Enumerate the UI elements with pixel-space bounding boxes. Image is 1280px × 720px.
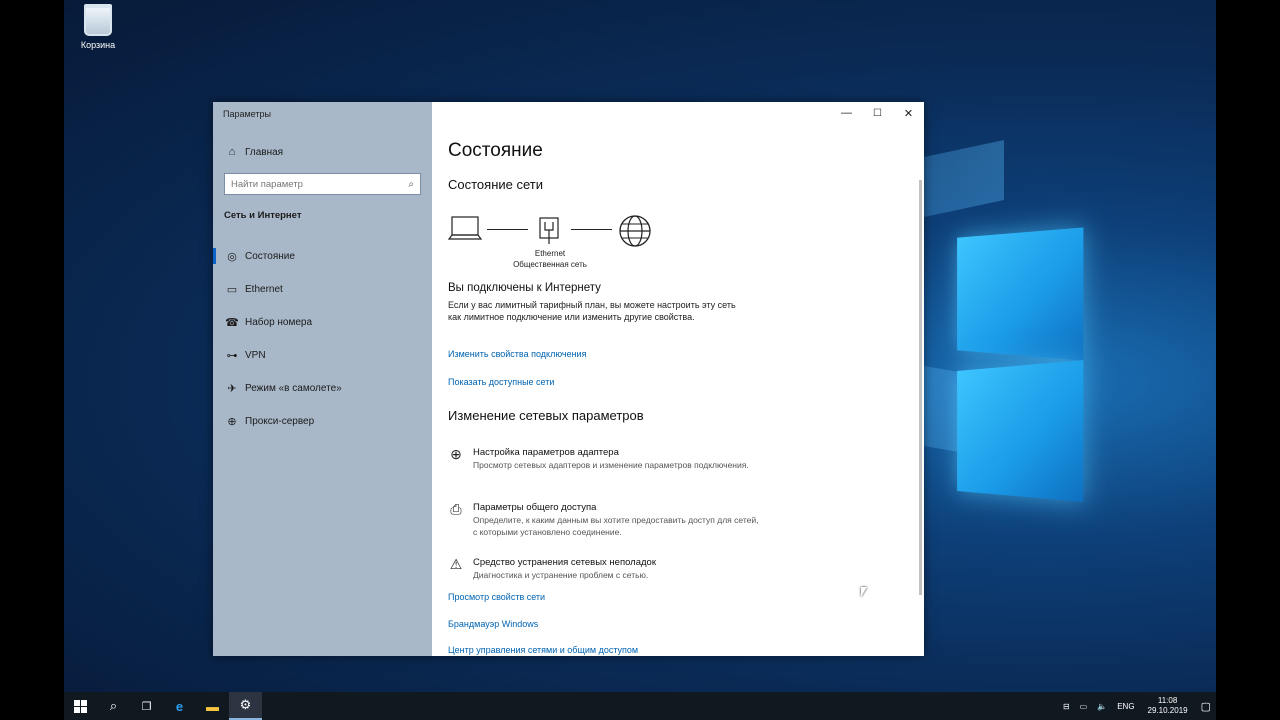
mouse-cursor: [861, 587, 867, 597]
clock-time: 11:08: [1157, 696, 1178, 705]
sidebar-item-label: Состояние: [245, 250, 295, 262]
sidebar-item-proxy[interactable]: ⊕ Прокси-сервер: [213, 408, 432, 434]
battery-tray-icon[interactable]: ▭: [1080, 702, 1088, 711]
clock-date: 29.10.2019: [1147, 706, 1188, 715]
item-desc: Просмотр сетевых адаптеров и изменение п…: [473, 460, 749, 470]
item-desc: Определите, к каким данным вы хотите пре…: [473, 515, 759, 537]
search-input[interactable]: [231, 178, 409, 190]
internet-explorer-icon: e: [175, 698, 184, 714]
network-status-heading: Состояние сети: [448, 177, 543, 192]
search-box[interactable]: ⌕: [224, 173, 421, 195]
sidebar-item-label: Режим «в самолете»: [245, 382, 342, 394]
connection-line: [487, 229, 528, 230]
system-tray: ⊟ ▭ 🔈 ENG 11:08 29.10.2019 ▢: [1058, 692, 1216, 720]
home-icon: ⌂: [228, 146, 236, 158]
network-tray-icon[interactable]: ⊟: [1063, 702, 1070, 711]
change-settings-heading: Изменение сетевых параметров: [448, 408, 644, 423]
recycle-bin[interactable]: Корзина: [72, 4, 124, 50]
settings-window: Параметры ⌂ Главная ⌕ Сеть и Интернет ◎ …: [213, 102, 924, 656]
item-title: Параметры общего доступа: [473, 502, 597, 513]
sidebar-item-label: VPN: [245, 349, 266, 361]
connected-text: Если у вас лимитный тарифный план, вы мо…: [448, 300, 736, 322]
connected-heading: Вы подключены к Интернету: [448, 282, 601, 294]
page-title: Состояние: [448, 140, 543, 161]
adapter-icon: ⊕: [450, 446, 462, 462]
search-button[interactable]: ⌕: [97, 692, 130, 720]
sharing-icon: ⎙: [450, 501, 462, 517]
task-view-icon: ❐: [141, 700, 152, 713]
sidebar-item-ethernet[interactable]: ▭ Ethernet: [213, 276, 432, 302]
view-network-properties-link[interactable]: Просмотр свойств сети: [448, 592, 545, 602]
task-view-button[interactable]: ❐: [130, 692, 163, 720]
item-title: Средство устранения сетевых неполадок: [473, 557, 656, 568]
vpn-icon: ⊶: [226, 349, 238, 362]
globe-icon: ⊕: [227, 415, 237, 428]
nav-home-label: Главная: [245, 146, 284, 158]
airplane-icon: ✈: [227, 382, 237, 395]
windows-logo-pane: [957, 227, 1084, 361]
network-type: Общественная сеть: [513, 260, 587, 269]
search-icon: ⌕: [109, 698, 118, 713]
gear-icon: ⚙: [239, 697, 252, 712]
settings-content: — ☐ ✕ Состояние Состояние сети Ethernet …: [432, 102, 924, 656]
diagram-caption: Ethernet Общественная сеть: [508, 248, 592, 270]
volume-tray-icon[interactable]: 🔈: [1097, 702, 1107, 711]
internet-globe-icon: [619, 215, 651, 247]
adapter-name: Ethernet: [534, 249, 566, 258]
settings-taskbar-button[interactable]: ⚙: [229, 692, 262, 720]
laptop-icon: [448, 216, 482, 240]
warning-icon: ⚠: [449, 556, 463, 572]
ethernet-icon: ▭: [226, 283, 238, 296]
search-icon[interactable]: ⌕: [408, 179, 414, 190]
sidebar-item-label: Ethernet: [245, 283, 283, 295]
window-title: Параметры: [223, 109, 271, 119]
item-title: Настройка параметров адаптера: [473, 447, 619, 458]
recycle-bin-icon: [84, 4, 112, 36]
settings-sidebar: Параметры ⌂ Главная ⌕ Сеть и Интернет ◎ …: [213, 102, 432, 656]
item-desc: Диагностика и устранение проблем с сетью…: [473, 570, 649, 580]
windows-logo-pane: [957, 360, 1084, 502]
show-available-networks-link[interactable]: Показать доступные сети: [448, 377, 554, 387]
status-icon: ◎: [227, 250, 237, 263]
change-connection-properties-link[interactable]: Изменить свойства подключения: [448, 349, 586, 359]
dialup-icon: ☎: [225, 316, 239, 329]
windows-firewall-link[interactable]: Брандмауэр Windows: [448, 619, 538, 629]
sidebar-item-dialup[interactable]: ☎ Набор номера: [213, 309, 432, 335]
network-sharing-center-link[interactable]: Центр управления сетями и общим доступом: [448, 645, 638, 655]
windows-start-icon: [74, 699, 87, 713]
sidebar-item-status[interactable]: ◎ Состояние: [213, 243, 432, 269]
taskbar: ⌕ ❐ e ▬ ⚙ ⊟ ▭ 🔈 ENG 11:08 29.10.2019 ▢: [64, 692, 1216, 720]
folder-icon: ▬: [206, 698, 219, 714]
scrollbar[interactable]: [919, 180, 922, 595]
nav-home[interactable]: ⌂ Главная: [213, 139, 432, 165]
clock[interactable]: 11:08 29.10.2019: [1148, 696, 1188, 716]
notifications-icon[interactable]: ▢: [1201, 700, 1211, 713]
edge-browser-button[interactable]: e: [163, 692, 196, 720]
sidebar-section-title: Сеть и Интернет: [224, 210, 302, 221]
maximize-button[interactable]: ☐: [862, 102, 893, 124]
file-explorer-button[interactable]: ▬: [196, 692, 229, 720]
close-button[interactable]: ✕: [893, 102, 924, 124]
language-indicator[interactable]: ENG: [1117, 702, 1134, 711]
sidebar-item-label: Прокси-сервер: [245, 415, 315, 427]
ethernet-port-icon: [539, 217, 559, 244]
sidebar-item-label: Набор номера: [245, 316, 313, 328]
connection-line: [571, 229, 612, 230]
minimize-button[interactable]: —: [831, 102, 862, 124]
start-button[interactable]: [64, 692, 97, 720]
sidebar-item-airplane[interactable]: ✈ Режим «в самолете»: [213, 375, 432, 401]
recycle-bin-label: Корзина: [80, 40, 116, 50]
sidebar-item-vpn[interactable]: ⊶ VPN: [213, 342, 432, 368]
